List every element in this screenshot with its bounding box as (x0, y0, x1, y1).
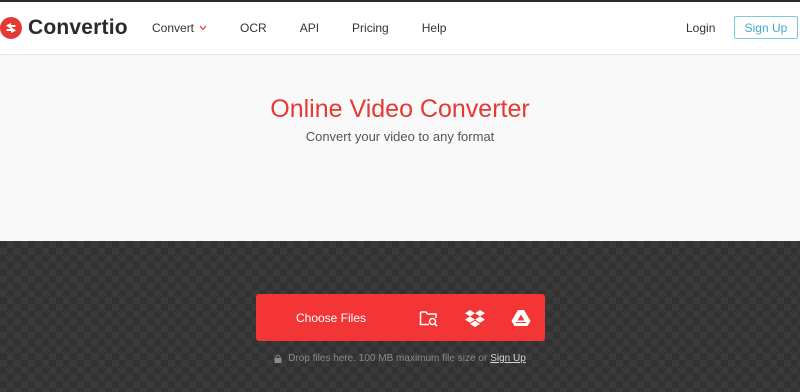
from-computer-button[interactable] (406, 294, 452, 341)
google-drive-icon (511, 309, 531, 326)
chevron-down-icon (199, 25, 207, 31)
dropbox-icon (465, 309, 485, 327)
upload-section: Choose Files Drop files here. 100 MB max… (0, 241, 800, 392)
drop-text: Drop files here. 100 MB maximum file siz… (288, 353, 488, 364)
nav-help[interactable]: Help (422, 21, 447, 35)
hero-section: Online Video Converter Convert your vide… (0, 55, 800, 241)
nav-ocr[interactable]: OCR (240, 21, 267, 35)
page-subtitle: Convert your video to any format (305, 129, 495, 144)
dropbox-button[interactable] (452, 294, 498, 341)
logo[interactable]: Convertio (0, 16, 128, 40)
google-drive-button[interactable] (498, 294, 544, 341)
lock-icon (274, 354, 282, 363)
folder-search-icon (419, 310, 438, 327)
page-title: Online Video Converter (270, 95, 530, 123)
login-link[interactable]: Login (686, 21, 715, 35)
upload-bar: Choose Files (256, 294, 545, 341)
nav-api[interactable]: API (300, 21, 319, 35)
nav-convert-label: Convert (152, 21, 195, 35)
nav-pricing[interactable]: Pricing (352, 21, 389, 35)
choose-files-button[interactable]: Choose Files (256, 294, 406, 341)
signup-button[interactable]: Sign Up (734, 16, 798, 39)
brand-name: Convertio (28, 16, 128, 39)
site-header: Convertio Convert OCR API Pricing Help L… (0, 2, 800, 55)
drop-note: Drop files here. 100 MB maximum file siz… (0, 353, 800, 364)
convertio-logo-icon (0, 17, 22, 39)
main-nav: Convert OCR API Pricing Help (152, 21, 479, 35)
signup-link[interactable]: Sign Up (490, 353, 526, 364)
nav-convert[interactable]: Convert (152, 21, 207, 35)
